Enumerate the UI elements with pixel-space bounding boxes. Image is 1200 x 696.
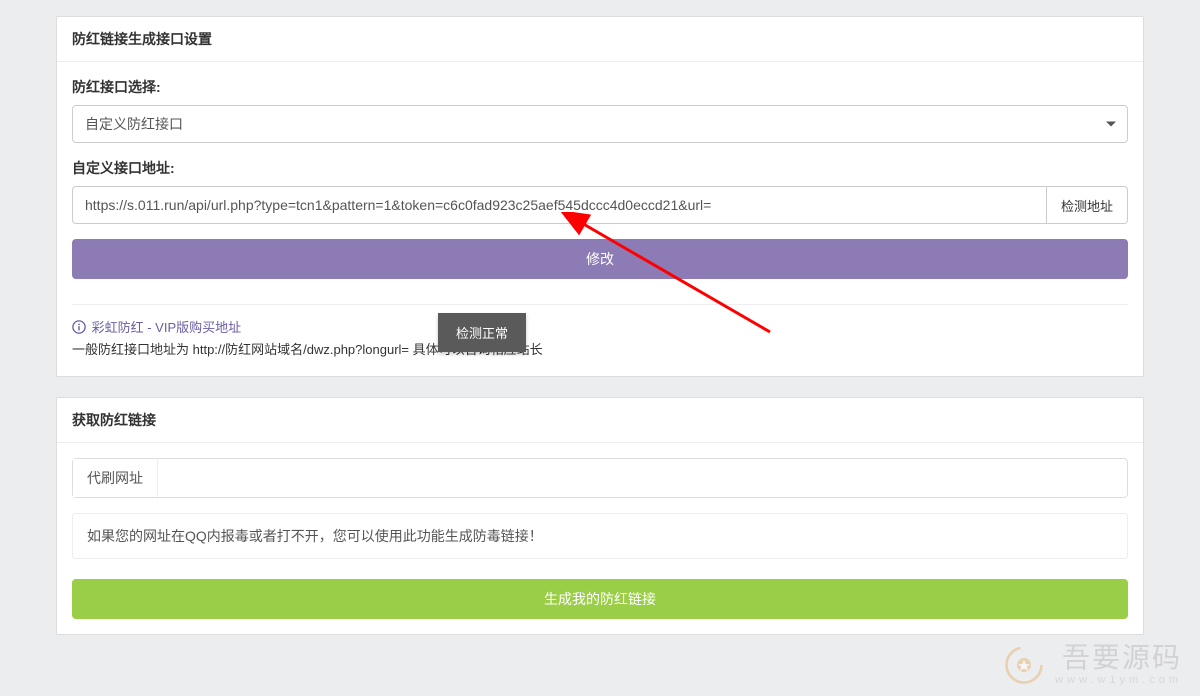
modify-button[interactable]: 修改 (72, 239, 1128, 279)
info-icon (72, 319, 86, 333)
watermark-logo-icon (1003, 644, 1045, 686)
info-box: 彩虹防红 - VIP版购买地址 一般防红接口地址为 http://防红网站域名/… (72, 304, 1128, 361)
interface-select[interactable]: 自定义防红接口 (72, 105, 1128, 143)
panel-get-anti-red-link: 获取防红链接 代刷网址 如果您的网址在QQ内报毒或者打不开，您可以使用此功能生成… (56, 397, 1144, 635)
generate-button[interactable]: 生成我的防红链接 (72, 579, 1128, 619)
panel2-title: 获取防红链接 (57, 398, 1143, 443)
test-url-button[interactable]: 检测地址 (1047, 186, 1128, 224)
status-tooltip: 检测正常 (438, 313, 526, 352)
proxy-url-row: 代刷网址 (72, 458, 1128, 498)
watermark-text-zh: 吾要源码 (1055, 643, 1182, 674)
panel2-body: 代刷网址 如果您的网址在QQ内报毒或者打不开，您可以使用此功能生成防毒链接！ 生… (57, 443, 1143, 634)
info-text: 一般防红接口地址为 http://防红网站域名/dwz.php?longurl=… (72, 339, 1128, 361)
panel-anti-red-settings: 防红链接生成接口设置 防红接口选择: 自定义防红接口 自定义接口地址: 检测地址 (56, 16, 1144, 377)
field-interface-select-label: 防红接口选择: (72, 77, 1128, 97)
vip-purchase-link[interactable]: 彩虹防红 - VIP版购买地址 (92, 320, 242, 335)
select-wrapper: 自定义防红接口 (72, 105, 1128, 143)
field-custom-url-group: 自定义接口地址: 检测地址 (72, 158, 1128, 224)
field-custom-url-label: 自定义接口地址: (72, 158, 1128, 178)
proxy-url-value (158, 459, 1127, 497)
custom-url-input-group: 检测地址 (72, 186, 1128, 224)
proxy-url-label: 代刷网址 (73, 459, 158, 497)
custom-url-input[interactable] (72, 186, 1047, 224)
panel1-title: 防红链接生成接口设置 (57, 17, 1143, 62)
hint-text: 如果您的网址在QQ内报毒或者打不开，您可以使用此功能生成防毒链接！ (72, 513, 1128, 559)
panel1-body: 防红接口选择: 自定义防红接口 自定义接口地址: 检测地址 修改 (57, 62, 1143, 376)
field-interface-select-group: 防红接口选择: 自定义防红接口 (72, 77, 1128, 143)
